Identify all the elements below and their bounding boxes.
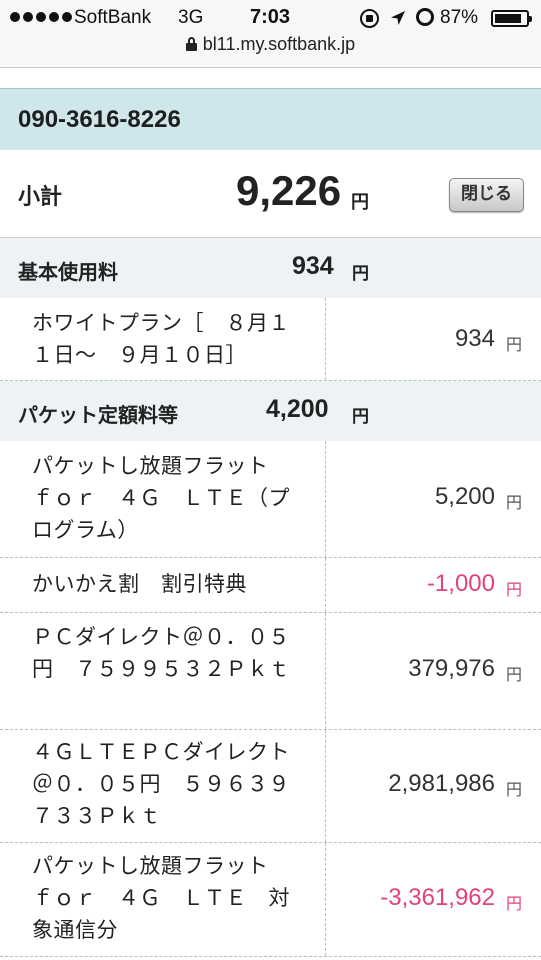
item-amount: 5,200 (434, 483, 495, 510)
column-divider (325, 843, 326, 956)
item-name: ＰＣダイレクト＠０．０５円 ７５９９５３２Ｐｋｔ (32, 625, 290, 681)
subtotal-amount: 9,226 (236, 167, 342, 214)
close-button[interactable]: 閉じる (449, 178, 524, 212)
section-amount: 934 (292, 252, 334, 280)
column-divider (325, 441, 326, 557)
item-amount: 2,981,986 (388, 770, 495, 797)
section-unit: 円 (352, 407, 369, 427)
section-amount: 4,200 (266, 395, 329, 423)
section-unit: 円 (352, 264, 369, 284)
list-item: ４ＧＬＴＥＰＣダイレクト＠０．０５円 ５９６３９７３３Ｐｋｔ 2,981,986… (0, 730, 541, 843)
item-amount: 934 (454, 325, 495, 352)
signal-dots-icon (10, 12, 72, 22)
phone-number: 090-3616-8226 (18, 106, 181, 133)
item-amount: -1,000 (426, 570, 495, 597)
column-divider (325, 730, 326, 842)
network-type: 3G (178, 7, 204, 28)
item-name: パケットし放題フラット ｆｏｒ ４Ｇ ＬＴＥ（プログラム） (32, 454, 290, 542)
subtotal-label: 小計 (18, 185, 63, 210)
column-divider (325, 558, 326, 612)
alarm-icon (416, 8, 434, 26)
battery-percent: 87% (440, 7, 479, 28)
column-divider (325, 298, 326, 380)
list-item: ＰＣダイレクト＠０．０５円 ７５９９５３２Ｐｋｔ 379,976 円 (0, 613, 541, 730)
carrier-name: SoftBank (74, 7, 152, 28)
status-area: SoftBank 3G 7:03 87% bl11.my.softbank.jp (0, 0, 541, 68)
subtotal-row: 小計 9,226 円 閉じる (0, 150, 541, 238)
list-item: パケットし放題フラット ｆｏｒ ４Ｇ ＬＴＥ 対象通信分 -3,361,962 … (0, 843, 541, 957)
section-label: 基本使用料 (18, 260, 118, 284)
battery-icon (491, 10, 532, 27)
clock-time: 7:03 (250, 6, 291, 28)
rotation-lock-icon (360, 9, 379, 28)
list-item: パケットし放題フラット ｆｏｒ ４Ｇ ＬＴＥ（プログラム） 5,200 円 (0, 441, 541, 558)
item-name: ホワイトプラン［ ８月１１日～ ９月１０日］ (32, 311, 290, 367)
item-amount: 379,976 (408, 655, 495, 682)
subtotal-unit: 円 (351, 192, 369, 213)
list-item: ホワイトプラン［ ８月１１日～ ９月１０日］ 934 円 (0, 298, 541, 381)
item-amount: -3,361,962 (380, 884, 495, 911)
section-label: パケット定額料等 (18, 403, 178, 427)
address-bar[interactable]: bl11.my.softbank.jp (0, 34, 541, 60)
item-unit: 円 (505, 335, 522, 354)
padlock-icon (185, 37, 197, 51)
location-arrow-icon (391, 11, 405, 25)
status-bar: SoftBank 3G 7:03 87% (0, 0, 541, 36)
item-unit: 円 (505, 493, 522, 512)
item-name: パケットし放題フラット ｆｏｒ ４Ｇ ＬＴＥ 対象通信分 (32, 854, 290, 942)
url-text: bl11.my.softbank.jp (202, 34, 356, 54)
item-name: かいかえ割 割引特典 (32, 572, 247, 596)
section-header-packet-fee: パケット定額料等 4,200 円 (0, 381, 541, 441)
item-unit: 円 (505, 580, 522, 599)
phone-number-header: 090-3616-8226 (0, 88, 541, 150)
section-header-basic-fee: 基本使用料 934 円 (0, 238, 541, 298)
column-divider (325, 613, 326, 729)
item-unit: 円 (505, 780, 522, 799)
item-name: ４ＧＬＴＥＰＣダイレクト＠０．０５円 ５９６３９７３３Ｐｋｔ (32, 740, 290, 828)
list-item: かいかえ割 割引特典 -1,000 円 (0, 558, 541, 613)
item-unit: 円 (505, 894, 522, 913)
item-unit: 円 (505, 665, 522, 684)
battery-fill (495, 14, 522, 23)
